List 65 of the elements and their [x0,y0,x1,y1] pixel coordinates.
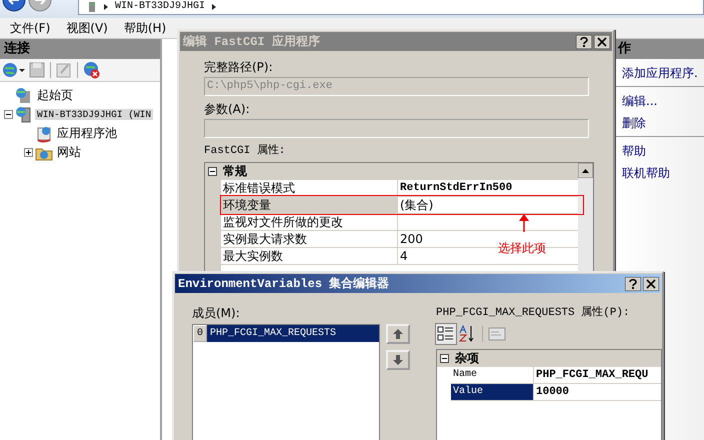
panel-header: 连接 [0,39,160,59]
scroll-up-icon[interactable] [578,163,593,178]
back-button[interactable] [2,0,26,14]
server-icon [87,2,97,12]
menu-item[interactable]: 视图(V) [66,20,108,36]
annotation-text: 选择此项 [498,240,546,257]
action-link[interactable]: 添加应用程序. [622,65,704,82]
globe-icon[interactable] [2,61,26,79]
property-name[interactable]: Name [451,367,534,383]
property-name[interactable]: 最大实例数 [221,248,398,264]
property-value[interactable]: 10000 [536,384,570,400]
category-label: 杂项 [455,350,479,367]
save-icon[interactable] [29,61,45,79]
property-name[interactable]: Value [451,384,534,400]
chevron-icon [211,3,218,11]
move-down-button[interactable] [386,350,410,370]
annotation-arrow [518,214,530,232]
field-label: 成员(M): [192,306,241,321]
up-arrow-icon [393,329,403,339]
field-label: 完整路径(P): [204,60,274,75]
server-icon [15,106,33,124]
field-label: PHP_FCGI_MAX_REQUESTS 属性(P): [436,306,631,321]
address-bar[interactable]: WIN-BT33DJ9JHGI [78,0,704,15]
move-up-button[interactable] [386,324,410,344]
help-button[interactable] [625,276,641,290]
property-value[interactable]: ReturnStdErrIn500 [400,180,512,196]
chevron-icon [103,3,109,11]
tree-item[interactable]: 起始页 [35,87,75,104]
home-page-icon [15,86,33,104]
collapse-icon[interactable] [440,354,449,363]
action-link[interactable]: 帮助 [622,143,704,160]
category-label: 常规 [223,163,247,180]
field-label: 参数(A): [204,102,251,117]
field-label: FastCGI 属性: [204,144,286,159]
tree-item[interactable]: 网站 [55,144,83,161]
property-value[interactable]: 4 [400,248,408,264]
tree-item[interactable]: 应用程序池 [55,125,119,142]
pool-icon [35,124,53,142]
property-name[interactable]: 标准错误模式 [221,180,398,196]
action-link[interactable]: 删除 [622,115,704,132]
categorized-view-button[interactable] [436,324,456,344]
disconnect-icon[interactable] [83,61,101,79]
down-arrow-icon [393,355,403,365]
tree-item[interactable]: WIN-BT33DJ9JHGI (WIN [35,109,154,120]
close-button[interactable] [643,276,659,290]
window-title: EnvironmentVariables 集合编辑器 [178,276,390,292]
property-value[interactable]: PHP_FCGI_MAX_REQU [536,367,648,383]
property-value[interactable]: 200 [400,231,423,247]
action-link[interactable]: 编辑... [622,93,704,110]
collapse-icon[interactable] [208,167,217,176]
list-item[interactable]: PHP_FCGI_MAX_REQUESTS [207,325,379,342]
window-title: 编辑 FastCGI 应用程序 [183,34,320,50]
property-name[interactable]: 环境变量 [221,197,398,213]
collapse-icon[interactable] [4,110,13,119]
action-link[interactable]: 联机帮助 [622,165,704,182]
property-name[interactable]: 监视对文件所做的更改 [221,214,398,230]
expand-icon[interactable] [24,148,33,157]
member-list[interactable]: 0 PHP_FCGI_MAX_REQUESTS [192,324,380,440]
property-name[interactable]: 实例最大请求数 [221,231,398,247]
menu-item[interactable]: 帮助(H) [124,20,166,36]
breadcrumb-item[interactable]: WIN-BT33DJ9JHGI [115,1,206,13]
menu-item[interactable]: 文件(F) [10,20,50,36]
property-value[interactable]: (集合) [400,197,434,213]
panel-header: 作 [614,39,704,59]
row-index: 0 [193,325,207,342]
